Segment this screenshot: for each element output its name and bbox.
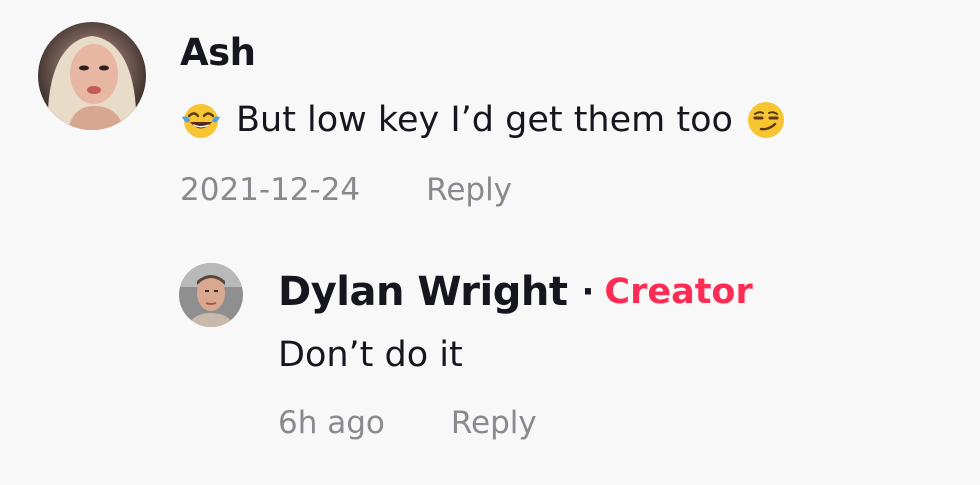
- comment-text-content: But low key I’d get them too: [236, 100, 733, 140]
- reply-author-row: Dylan Wright · Creator: [278, 265, 753, 319]
- reply-text: Don’t do it: [278, 335, 463, 375]
- comment-author[interactable]: Ash: [180, 30, 787, 76]
- reply-button[interactable]: Reply: [426, 170, 512, 210]
- comment-body: Ash But low key I’d get them too 2021-12…: [180, 30, 787, 210]
- reply-time: 6h ago: [278, 405, 385, 441]
- separator-dot: ·: [581, 272, 595, 312]
- reply-comment: Dylan Wright · Creator Don’t do it 6h ag…: [179, 263, 753, 443]
- comment-date: 2021-12-24: [180, 172, 361, 208]
- reply-meta: 6h ago Reply: [278, 403, 753, 443]
- smirking-face-icon: [745, 99, 787, 141]
- avatar-ash[interactable]: [38, 22, 146, 130]
- avatar-dylan-wright[interactable]: [179, 263, 243, 327]
- reply-button[interactable]: Reply: [451, 403, 537, 443]
- comment-text: But low key I’d get them too: [180, 98, 787, 142]
- comment-meta: 2021-12-24 Reply: [180, 170, 787, 210]
- reply-body: Dylan Wright · Creator Don’t do it 6h ag…: [278, 265, 753, 443]
- face-with-tears-of-joy-icon: [180, 99, 222, 141]
- creator-badge: Creator: [604, 272, 753, 312]
- reply-author[interactable]: Dylan Wright: [278, 265, 568, 319]
- comment: Ash But low key I’d get them too 2021-12…: [38, 22, 787, 210]
